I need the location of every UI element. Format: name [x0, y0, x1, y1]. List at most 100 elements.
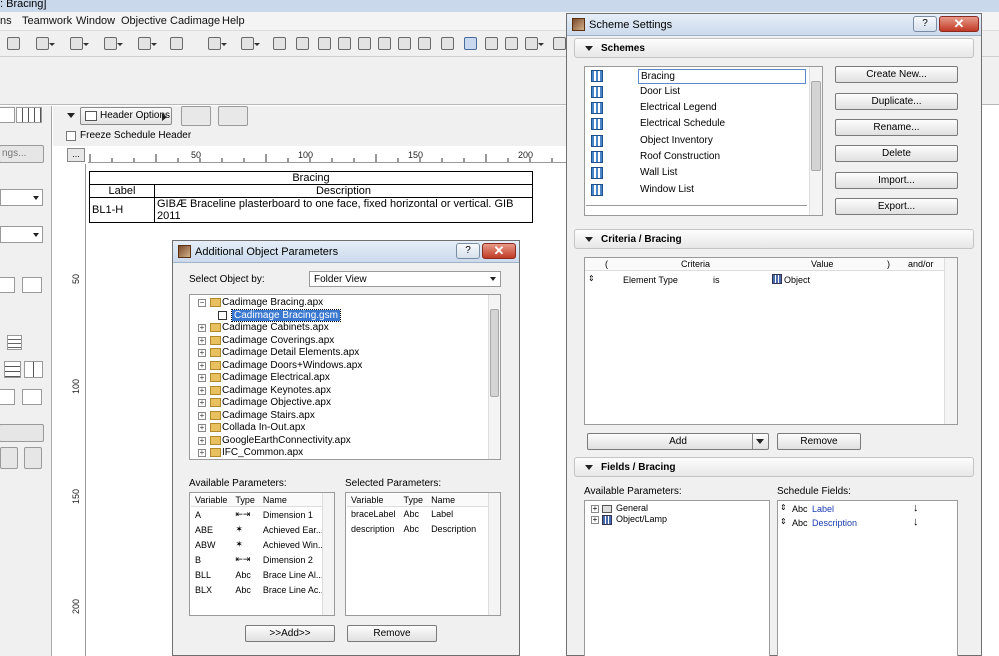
schedule-title[interactable]: Bracing: [89, 171, 533, 185]
duplicate-button[interactable]: Duplicate...: [835, 93, 958, 110]
available-scrollbar[interactable]: [322, 493, 334, 615]
sort-down-icon[interactable]: ↓: [913, 516, 919, 528]
criteria-scrollbar[interactable]: [944, 258, 957, 424]
redo-icon[interactable]: [24, 447, 42, 469]
eraser-icon[interactable]: [170, 37, 183, 50]
offset-icon[interactable]: [318, 37, 331, 50]
curve-icon[interactable]: [441, 37, 454, 50]
table-row[interactable]: ABW ✶ Achieved Win...: [191, 537, 330, 552]
fillet-icon[interactable]: [398, 37, 411, 50]
help-button[interactable]: ?: [456, 243, 480, 259]
schedule-field-row[interactable]: ⇕ Abc Label ↓: [780, 502, 955, 516]
expand-icon[interactable]: +: [591, 505, 599, 513]
mirror-icon[interactable]: [296, 37, 309, 50]
freeze-header-checkbox[interactable]: [66, 131, 76, 141]
column-header-description[interactable]: Description: [154, 184, 533, 198]
scheme-name-input[interactable]: Bracing: [638, 69, 806, 84]
criteria-section-header[interactable]: Criteria / Bracing: [574, 229, 974, 249]
criteria-row[interactable]: ⇕ Element Type is Object: [585, 273, 957, 289]
column-header-criteria[interactable]: Criteria: [681, 259, 710, 269]
merge-cells-icon[interactable]: [181, 106, 211, 126]
menu-item-options[interactable]: ns: [0, 15, 12, 27]
reorder-icon[interactable]: ⇕: [588, 274, 595, 283]
reorder-icon[interactable]: ⇕: [780, 503, 787, 512]
grid-icon[interactable]: [24, 361, 43, 378]
remove-parameter-button[interactable]: Remove: [347, 625, 437, 642]
guide-icon[interactable]: [104, 37, 123, 50]
expand-icon[interactable]: +: [198, 399, 206, 407]
table-row[interactable]: braceLabel Abc Label: [347, 507, 489, 522]
left-dropdown-2[interactable]: [0, 226, 43, 243]
add-criteria-button[interactable]: Add: [587, 433, 769, 450]
undo-icon[interactable]: [0, 447, 18, 469]
select-object-dropdown[interactable]: Folder View: [309, 271, 501, 287]
cell-label[interactable]: BL1-H: [89, 197, 155, 223]
pencil-icon[interactable]: [7, 37, 20, 50]
snap-icon[interactable]: [36, 37, 55, 50]
column-header-type[interactable]: Type: [231, 494, 259, 507]
column-header-name[interactable]: Name: [258, 494, 330, 507]
schemes-section-header[interactable]: Schemes: [574, 38, 974, 58]
expand-icon[interactable]: +: [198, 349, 206, 357]
column-header-open[interactable]: (: [605, 259, 608, 269]
table-row[interactable]: A ⇤⇥ Dimension 1: [191, 507, 330, 523]
schemes-scrollbar[interactable]: [809, 67, 822, 215]
schedule-icon[interactable]: [464, 37, 477, 50]
expand-icon[interactable]: +: [198, 424, 206, 432]
align-icon[interactable]: [7, 335, 22, 350]
expand-icon[interactable]: +: [198, 361, 206, 370]
selected-scrollbar[interactable]: [488, 493, 500, 615]
expand-icon[interactable]: +: [198, 411, 206, 420]
table-view-icon[interactable]: [16, 107, 42, 123]
collapse-icon[interactable]: −: [198, 299, 206, 307]
import-button[interactable]: Import...: [835, 172, 958, 189]
delete-button[interactable]: Delete: [835, 145, 958, 162]
column-header-variable[interactable]: Variable: [191, 494, 232, 507]
expand-icon[interactable]: +: [198, 374, 206, 382]
schedule-field-row[interactable]: ⇕ Abc Description ↓: [780, 516, 955, 530]
column-header-variable[interactable]: Variable: [347, 494, 400, 507]
rows-icon[interactable]: [4, 361, 21, 378]
close-button[interactable]: ✕: [939, 16, 979, 32]
expand-icon[interactable]: +: [198, 386, 206, 395]
menu-item-teamwork[interactable]: Teamwork: [22, 15, 72, 27]
add-parameter-button[interactable]: >>Add>>: [245, 625, 335, 642]
menu-item-objective[interactable]: Objective: [121, 15, 167, 27]
header-options-button[interactable]: Header Options: [80, 107, 172, 125]
expand-icon[interactable]: +: [591, 516, 599, 524]
scheme-item[interactable]: Roof Construction: [586, 149, 806, 165]
rename-button[interactable]: Rename...: [835, 119, 958, 136]
scheme-item[interactable]: Object Inventory: [586, 133, 806, 149]
adjust-icon[interactable]: [358, 37, 371, 50]
expand-icon[interactable]: +: [198, 324, 206, 332]
navigate-icon[interactable]: [553, 37, 572, 50]
left-field-1[interactable]: [0, 277, 15, 293]
table-row[interactable]: ABE ✶ Achieved Ear...: [191, 522, 330, 537]
column-header-close[interactable]: ): [887, 259, 890, 269]
scheme-item[interactable]: Electrical Schedule: [586, 116, 806, 132]
record-icon[interactable]: [525, 37, 544, 50]
scheme-item[interactable]: Electrical Legend: [586, 100, 806, 116]
close-button[interactable]: ✕: [482, 243, 516, 259]
cell-description[interactable]: GIBÆ Braceline plasterboard to one face,…: [154, 197, 533, 223]
scrollbar-thumb[interactable]: [811, 81, 821, 171]
pattern-icon[interactable]: [273, 37, 286, 50]
scheme-item-bracing[interactable]: Bracing: [586, 68, 806, 84]
table-row[interactable]: B ⇤⇥ Dimension 2: [191, 552, 330, 567]
grid-snap-icon[interactable]: [138, 37, 157, 50]
ruler-options-button[interactable]: ...: [67, 148, 85, 162]
column-header-label[interactable]: Label: [89, 184, 155, 198]
sort-down-icon[interactable]: ↓: [913, 502, 919, 514]
intersect-icon[interactable]: [70, 37, 89, 50]
list-view-icon[interactable]: [0, 107, 15, 123]
column-header-name[interactable]: Name: [427, 494, 489, 507]
table-row[interactable]: description Abc Description: [347, 522, 489, 537]
intersection-icon[interactable]: [378, 37, 391, 50]
expand-icon[interactable]: +: [198, 449, 206, 457]
create-new-button[interactable]: Create New...: [835, 66, 958, 83]
left-field-2[interactable]: [0, 389, 15, 405]
tree-scrollbar[interactable]: [488, 295, 500, 459]
scrollbar-thumb[interactable]: [490, 309, 499, 397]
column-header-type[interactable]: Type: [399, 494, 428, 507]
fields-section-header[interactable]: Fields / Bracing: [574, 457, 974, 477]
